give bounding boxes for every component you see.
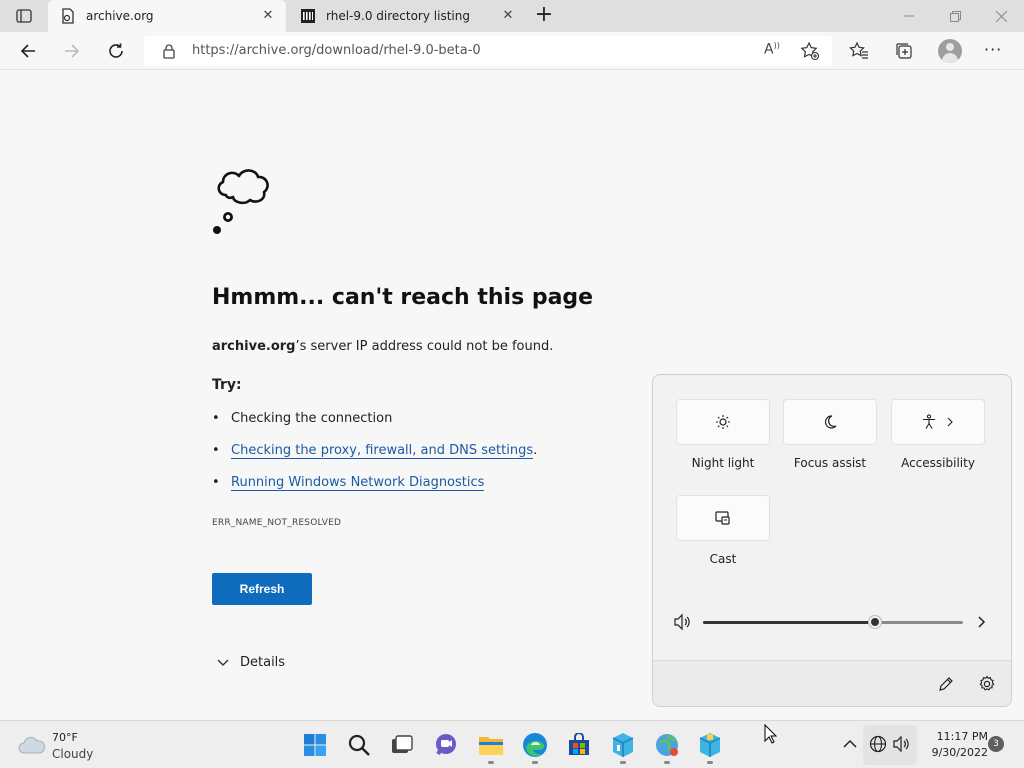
edge-browser-icon[interactable]	[521, 731, 549, 759]
accessibility-label: Accessibility	[901, 456, 975, 470]
moon-icon	[824, 415, 837, 429]
task-view-icon[interactable]	[388, 731, 416, 759]
bullet: •	[212, 411, 220, 426]
edit-icon[interactable]	[937, 675, 955, 693]
forward-icon[interactable]	[56, 36, 88, 66]
proxy-settings-link[interactable]: Checking the proxy, firewall, and DNS se…	[231, 443, 534, 459]
weather-temp: 70°F	[52, 731, 78, 744]
cloud-icon	[18, 736, 46, 754]
profile-avatar[interactable]	[938, 39, 962, 63]
night-light-toggle[interactable]	[676, 399, 770, 445]
windows-start-icon[interactable]	[301, 731, 329, 759]
refresh-button[interactable]: Refresh	[212, 573, 312, 605]
cast-label: Cast	[709, 552, 737, 566]
weather-condition: Cloudy	[52, 747, 94, 761]
restore-icon[interactable]	[932, 0, 978, 32]
teams-chat-icon[interactable]	[432, 731, 460, 759]
microsoft-store-icon[interactable]	[565, 731, 593, 759]
browser-toolbar: https://archive.org/download/rhel-9.0-be…	[0, 32, 1024, 70]
quick-settings-footer	[653, 660, 1011, 706]
running-indicator	[664, 761, 670, 764]
more-options-icon[interactable]: ···	[984, 40, 1002, 59]
clock-date: 9/30/2022	[931, 746, 988, 759]
tab-strip: archive.org ✕ rhel-9.0 directory listing…	[0, 0, 1024, 32]
app-installer-icon[interactable]	[696, 731, 724, 759]
search-icon[interactable]	[345, 731, 373, 759]
try-label: Try:	[212, 377, 242, 393]
error-description-text: ’s server IP address could not be found.	[295, 339, 554, 354]
tab-title: rhel-9.0 directory listing	[326, 9, 470, 23]
back-icon[interactable]	[12, 36, 44, 66]
brightness-icon	[716, 415, 730, 429]
suggestion-text: Checking the connection	[231, 411, 393, 426]
cast-toggle[interactable]	[676, 495, 770, 541]
details-toggle[interactable]: Details	[216, 655, 285, 670]
accessibility-icon	[923, 414, 953, 429]
running-indicator	[488, 761, 494, 764]
page-error-icon	[60, 8, 76, 24]
archive-favicon-icon	[300, 8, 316, 24]
error-host: archive.org	[212, 339, 296, 354]
url-text[interactable]: https://archive.org/download/rhel-9.0-be…	[192, 43, 481, 58]
close-window-icon[interactable]	[978, 0, 1024, 32]
chevron-right-icon[interactable]	[976, 615, 988, 629]
bullet: •	[212, 443, 220, 458]
error-code: ERR_NAME_NOT_RESOLVED	[212, 518, 342, 528]
taskbar: 70°F Cloudy 11:17 PM 9/30/2022 3	[0, 720, 1024, 768]
file-explorer-icon[interactable]	[477, 731, 505, 759]
volume-thumb[interactable]	[869, 616, 882, 628]
read-aloud-icon[interactable]: A))	[764, 41, 780, 58]
suggestion-item: • Checking the proxy, firewall, and DNS s…	[212, 443, 538, 459]
suggestion-suffix: .	[533, 443, 538, 458]
collections-icon[interactable]	[893, 40, 915, 62]
cast-icon	[715, 511, 730, 525]
system-clock[interactable]: 11:17 PM 9/30/2022	[918, 729, 988, 761]
network-diagnostics-link[interactable]: Running Windows Network Diagnostics	[231, 475, 485, 491]
network-globe-app-icon[interactable]	[653, 731, 681, 759]
running-indicator	[620, 761, 626, 764]
notification-badge[interactable]: 3	[988, 736, 1004, 752]
settings-gear-icon[interactable]	[978, 675, 996, 693]
network-globe-icon[interactable]	[868, 734, 888, 754]
close-tab-icon[interactable]: ✕	[500, 8, 516, 24]
reload-icon[interactable]	[100, 36, 132, 66]
suggestion-item: • Checking the connection	[212, 411, 392, 426]
volume-fill	[703, 621, 878, 624]
lock-icon[interactable]	[162, 43, 178, 59]
tab-actions-icon[interactable]	[8, 4, 40, 28]
chevron-down-icon	[217, 659, 229, 666]
speaker-icon[interactable]	[673, 613, 693, 631]
clock-time: 11:17 PM	[936, 730, 988, 743]
favorites-icon[interactable]	[848, 40, 870, 62]
error-description: archive.org’s server IP address could no…	[212, 339, 553, 354]
volume-row	[653, 607, 1011, 637]
add-favorite-icon[interactable]	[800, 41, 820, 61]
thought-cloud-icon	[212, 161, 286, 235]
volume-slider[interactable]	[703, 616, 963, 628]
accessibility-toggle[interactable]	[891, 399, 985, 445]
running-indicator	[532, 761, 538, 764]
address-bar[interactable]: https://archive.org/download/rhel-9.0-be…	[144, 36, 832, 66]
app-package-icon[interactable]	[609, 731, 637, 759]
volume-icon[interactable]	[892, 734, 912, 754]
suggestion-item: • Running Windows Network Diagnostics	[212, 475, 485, 491]
new-tab-icon[interactable]: +	[532, 4, 556, 28]
focus-assist-toggle[interactable]	[783, 399, 877, 445]
quick-settings-panel: Night light Focus assist Accessibility C…	[652, 374, 1012, 707]
running-indicator	[707, 761, 713, 764]
mouse-cursor-icon	[764, 724, 778, 744]
tab-title: archive.org	[86, 9, 154, 23]
details-label: Details	[240, 655, 286, 670]
night-light-label: Night light	[691, 456, 755, 470]
minimize-icon[interactable]	[886, 0, 932, 32]
focus-assist-label: Focus assist	[793, 456, 867, 470]
tab-archive[interactable]: archive.org ✕	[48, 0, 286, 32]
close-tab-icon[interactable]: ✕	[260, 8, 276, 24]
error-title: Hmmm... can't reach this page	[212, 285, 594, 310]
weather-widget[interactable]: 70°F Cloudy	[18, 729, 138, 763]
bullet: •	[212, 475, 220, 490]
tab-rhel[interactable]: rhel-9.0 directory listing ✕	[288, 0, 526, 32]
show-hidden-icons-icon[interactable]	[840, 734, 860, 754]
